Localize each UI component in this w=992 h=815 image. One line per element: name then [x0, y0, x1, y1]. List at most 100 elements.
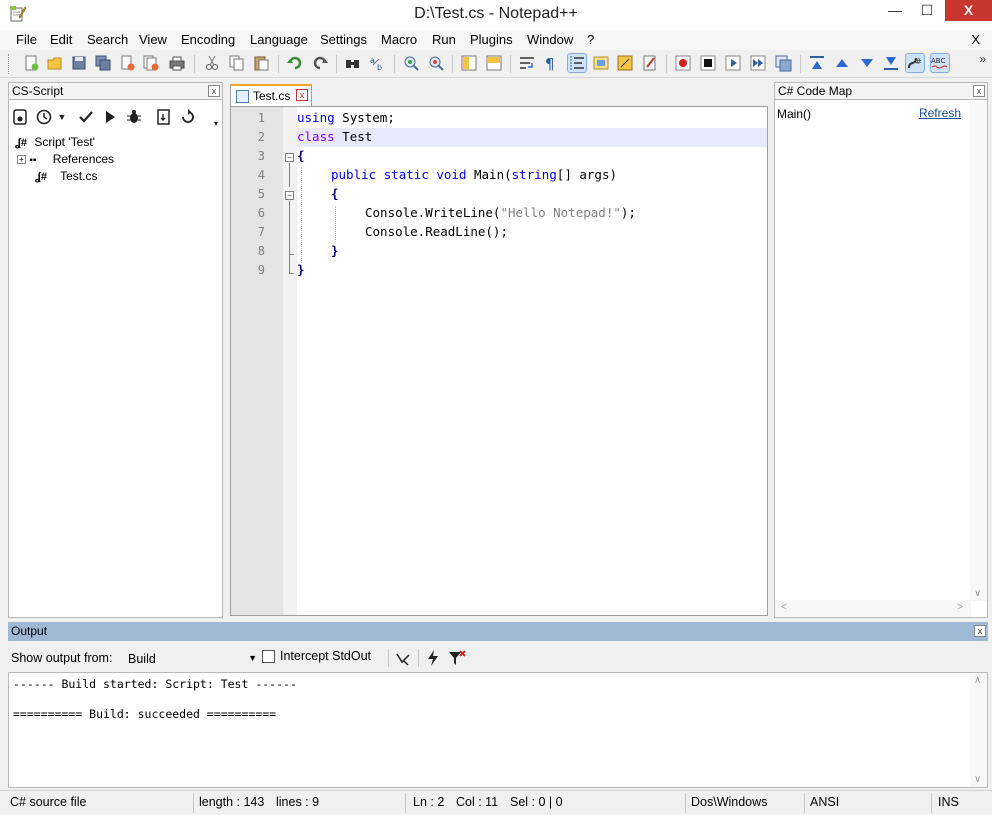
minimize-button[interactable]: — [880, 0, 910, 22]
user-lang-icon[interactable] [592, 54, 610, 72]
menu-file[interactable]: File [16, 32, 37, 47]
history-icon[interactable] [35, 108, 53, 126]
menu-settings[interactable]: Settings [320, 32, 367, 47]
refresh-link[interactable]: Refresh [919, 106, 961, 120]
record-macro-icon[interactable] [674, 54, 692, 72]
menu-plugins[interactable]: Plugins [470, 32, 513, 47]
status-lines: lines : 9 [276, 795, 320, 809]
word-wrap-icon[interactable] [518, 54, 536, 72]
menu-encoding[interactable]: Encoding [181, 32, 235, 47]
zoom-out-icon[interactable] [427, 54, 445, 72]
menu-language[interactable]: Language [250, 32, 308, 47]
fold-toggle-icon[interactable]: − [285, 191, 294, 200]
output-text-area[interactable]: ------ Build started: Script: Test -----… [8, 672, 988, 788]
toolbar-overflow-icon[interactable]: » [979, 52, 986, 66]
reload-icon[interactable] [179, 108, 197, 126]
horizontal-scrollbar[interactable]: < > [775, 600, 971, 617]
find-icon[interactable] [344, 54, 362, 72]
save-icon[interactable] [70, 54, 88, 72]
intercept-stdout-checkbox[interactable] [262, 650, 275, 663]
output-vertical-scrollbar[interactable]: ∧ ∨ [970, 673, 987, 787]
expand-icon[interactable] [882, 54, 900, 72]
scroll-down-icon[interactable]: ∨ [974, 588, 981, 599]
clear-output-icon[interactable] [394, 649, 412, 667]
tree-item-references[interactable]: + ▪▪ References [17, 152, 114, 169]
replace-icon[interactable]: ab [369, 54, 387, 72]
filter-clear-icon[interactable] [448, 649, 466, 667]
load-script-icon[interactable] [11, 108, 29, 126]
tree-item-script[interactable]: ʆ# Script 'Test' [15, 135, 95, 152]
save-macro-icon[interactable] [774, 54, 792, 72]
cs-script-panel-close-button[interactable]: x [208, 85, 220, 97]
menu-run[interactable]: Run [432, 32, 456, 47]
code-editor[interactable]: 1 2 3 4 5 6 7 8 9 − − using System; clas… [230, 106, 768, 616]
function-list-icon[interactable] [641, 54, 659, 72]
menu-window[interactable]: Window [527, 32, 573, 47]
maximize-button[interactable]: ☐ [912, 0, 942, 22]
scroll-up-icon[interactable]: ∧ [974, 675, 981, 686]
code-map-item-main[interactable]: Main() [777, 107, 811, 121]
close-window-button[interactable]: X [945, 0, 992, 21]
lightning-icon[interactable] [424, 649, 442, 667]
new-file-icon[interactable] [22, 54, 40, 72]
cut-icon[interactable] [203, 54, 221, 72]
run-macro-multiple-icon[interactable] [749, 54, 767, 72]
open-file-icon[interactable] [46, 54, 64, 72]
scroll-left-icon[interactable]: < [781, 602, 787, 613]
expand-toggle-icon[interactable]: + [17, 155, 26, 164]
zoom-in-icon[interactable] [402, 54, 420, 72]
output-source-select[interactable]: Build ▼ [122, 648, 262, 668]
code-map-panel-close-button[interactable]: x [973, 85, 985, 97]
tree-item-label: References [52, 152, 115, 166]
print-icon[interactable] [168, 54, 186, 72]
close-all-icon[interactable] [142, 54, 160, 72]
output-panel-close-button[interactable]: x [974, 625, 986, 637]
scroll-right-icon[interactable]: > [957, 602, 963, 613]
menu-view[interactable]: View [139, 32, 167, 47]
cs-script-icon[interactable]: # [905, 53, 925, 73]
stop-macro-icon[interactable] [699, 54, 717, 72]
tab-close-icon[interactable]: x [296, 89, 308, 101]
fold-margin [283, 107, 297, 615]
paste-icon[interactable] [252, 54, 270, 72]
up-icon[interactable] [833, 54, 851, 72]
fold-toggle-icon[interactable]: − [285, 153, 294, 162]
line-number: 3 [257, 149, 265, 163]
play-macro-icon[interactable] [724, 54, 742, 72]
status-insert-mode: INS [938, 795, 959, 809]
check-icon[interactable] [77, 108, 95, 126]
menu-macro[interactable]: Macro [381, 32, 417, 47]
debug-bug-icon[interactable] [125, 108, 143, 126]
tab-test-cs[interactable]: Test.cs x [230, 84, 312, 106]
run-icon[interactable] [101, 108, 119, 126]
chevron-down-icon: ▼ [248, 653, 257, 663]
saved-file-icon [236, 90, 249, 103]
show-all-chars-icon[interactable]: ¶ [542, 54, 560, 72]
status-ln: Ln : 2 [413, 795, 445, 809]
vertical-scrollbar[interactable]: ∨ [970, 103, 987, 601]
undo-icon[interactable] [286, 54, 304, 72]
toolbar-separator [194, 55, 195, 73]
indent-guide-icon[interactable] [567, 53, 587, 73]
history-dropdown-icon[interactable]: ▼ [53, 108, 71, 126]
copy-icon[interactable] [228, 54, 246, 72]
spellcheck-icon[interactable]: ABC [930, 53, 950, 73]
scroll-down-icon[interactable]: ∨ [974, 774, 981, 785]
doc-map-icon[interactable] [616, 54, 634, 72]
menu-search[interactable]: Search [87, 32, 128, 47]
close-document-button[interactable]: X [971, 32, 980, 47]
menu-edit[interactable]: Edit [50, 32, 72, 47]
sync-horizontal-icon[interactable] [485, 54, 503, 72]
close-icon[interactable] [118, 54, 136, 72]
collapse-icon[interactable] [808, 54, 826, 72]
about-script-icon[interactable] [155, 108, 173, 126]
menu-help[interactable]: ? [587, 32, 594, 47]
panel-overflow-icon[interactable]: ▾ [207, 115, 225, 133]
redo-icon[interactable] [311, 54, 329, 72]
output-panel-header: Output x [8, 622, 988, 641]
fold-end-marker [289, 273, 294, 274]
sync-vertical-icon[interactable] [460, 54, 478, 72]
tree-item-file[interactable]: ʆ# Test.cs [35, 169, 97, 186]
down-icon[interactable] [858, 54, 876, 72]
save-all-icon[interactable] [94, 54, 112, 72]
